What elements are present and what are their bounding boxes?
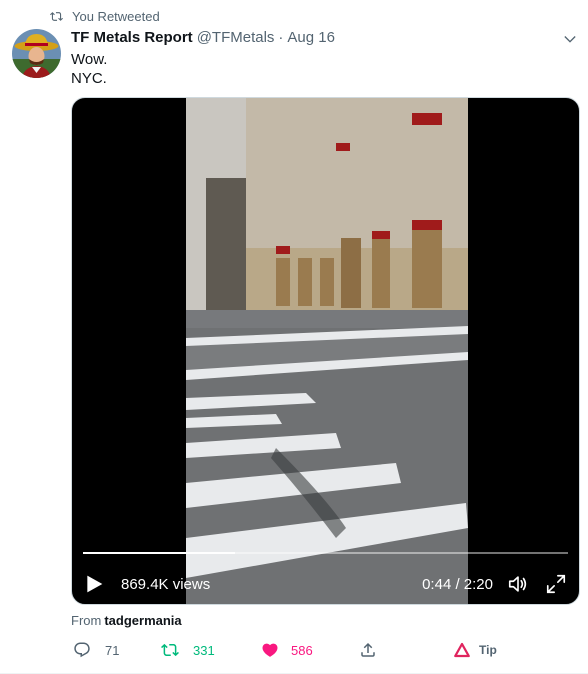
- share-icon: [361, 642, 375, 657]
- video-source-prefix: From: [71, 613, 102, 628]
- like-button[interactable]: 586: [261, 641, 313, 659]
- tweet-date[interactable]: Aug 16: [287, 29, 335, 46]
- video-view-count: 869.4K views: [121, 575, 211, 593]
- tweet-actions: 71 331 586 Tip: [71, 641, 511, 661]
- play-icon[interactable]: [84, 574, 104, 594]
- tip-button[interactable]: Tip: [453, 641, 497, 659]
- video-progress-fill: [83, 552, 236, 554]
- reply-button[interactable]: 71: [73, 641, 119, 659]
- separator-dot: ·: [278, 29, 284, 46]
- video-progress-bar[interactable]: [83, 552, 568, 554]
- fullscreen-icon[interactable]: [545, 573, 567, 595]
- share-button[interactable]: [359, 641, 377, 659]
- video-player[interactable]: 869.4K views 0:44 / 2:20: [71, 97, 580, 605]
- retweet-count: 331: [193, 642, 215, 658]
- author-name[interactable]: TF Metals Report: [71, 29, 193, 46]
- avatar[interactable]: [12, 29, 61, 78]
- tweet-line: NYC.: [71, 70, 107, 87]
- reply-icon: [74, 642, 90, 658]
- reply-count: 71: [105, 642, 120, 658]
- chevron-down-icon[interactable]: [562, 31, 578, 47]
- heart-icon: [262, 643, 278, 657]
- retweet-button[interactable]: 331: [161, 641, 215, 659]
- video-controls: 869.4K views 0:44 / 2:20: [84, 572, 567, 596]
- tip-label: Tip: [479, 643, 497, 657]
- tweet-line: Wow.: [71, 51, 108, 68]
- video-time: 0:44 / 2:20: [422, 575, 493, 593]
- retweet-context-label: You Retweeted: [72, 9, 160, 24]
- tweet-header: TF Metals Report @TFMetals · Aug 16: [71, 29, 578, 46]
- retweet-context: You Retweeted: [50, 9, 160, 24]
- video-source: From tadgermania: [71, 613, 182, 628]
- author-handle[interactable]: @TFMetals: [197, 29, 275, 46]
- like-count: 586: [291, 642, 313, 658]
- tip-icon: [454, 642, 470, 658]
- video-frame: [186, 98, 468, 604]
- video-source-user[interactable]: tadgermania: [104, 613, 181, 628]
- retweet-icon: [50, 12, 63, 21]
- tweet-text: Wow. NYC.: [71, 50, 107, 88]
- volume-icon[interactable]: [507, 573, 529, 595]
- retweet-icon: [161, 643, 179, 657]
